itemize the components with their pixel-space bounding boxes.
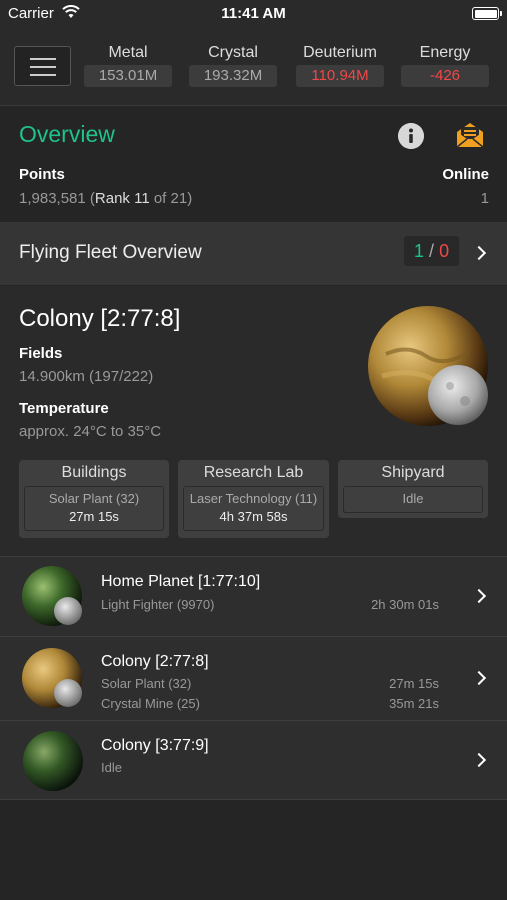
resource-value: 193.32M — [189, 65, 277, 87]
planet-thumbnail — [22, 648, 82, 708]
shipyard-title: Shipyard — [381, 464, 445, 481]
chevron-right-icon — [471, 245, 487, 261]
rank-label: Rank 11 — [94, 190, 150, 207]
queue-item: Solar Plant (32) — [48, 491, 140, 506]
colony-title: Colony [2:77:8] — [19, 305, 181, 332]
resource-name: Metal — [108, 44, 148, 61]
task-label: Light Fighter (9970) — [101, 597, 215, 612]
rank-total: of 21) — [149, 190, 193, 207]
resource-value: 153.01M — [84, 65, 172, 87]
resource-deuterium: Deuterium 110.94M — [296, 44, 384, 87]
online-value: 1 — [480, 190, 489, 207]
fleet-overview-row[interactable]: Flying Fleet Overview 1 / 0 — [0, 222, 507, 285]
queue-item: Laser Technology (11) — [189, 491, 318, 506]
shipyard-queue: Idle — [343, 486, 483, 513]
resource-value: -426 — [401, 65, 489, 87]
fleet-separator: / — [429, 241, 435, 261]
resource-bar: Metal 153.01M Crystal 193.32M Deuterium … — [0, 30, 507, 106]
fields-label: Fields — [19, 345, 63, 362]
hostile-fleet-count: 0 — [439, 241, 450, 261]
planet-thumbnail — [22, 566, 82, 626]
chevron-right-icon — [471, 588, 487, 604]
task-label: Crystal Mine (25) — [101, 696, 200, 711]
rank-open: ( — [85, 190, 95, 207]
task-label: Solar Plant (32) — [101, 676, 192, 691]
page-title: Overview — [19, 121, 115, 147]
planet-row[interactable]: Home Planet [1:77:10] Light Fighter (997… — [0, 556, 507, 636]
info-icon[interactable] — [398, 123, 424, 149]
buildings-queue: Solar Plant (32) 27m 15s — [24, 486, 164, 531]
status-bar: Carrier 11:41 AM — [0, 0, 507, 30]
buildings-title: Buildings — [61, 464, 127, 481]
temperature-value: approx. 24°C to 35°C — [19, 423, 162, 440]
planet-thumbnail — [23, 731, 83, 791]
fields-value: 14.900km (197/222) — [19, 368, 154, 385]
clock: 11:41 AM — [221, 5, 286, 22]
online-label: Online — [442, 166, 489, 183]
task-timer: 2h 30m 01s — [371, 597, 439, 612]
idle-status: Idle — [101, 760, 122, 775]
chevron-right-icon — [471, 752, 487, 768]
overview-section: Overview Points 1,983,581 (Rank 11 of 21… — [0, 107, 507, 221]
queue-timer: 4h 37m 58s — [219, 509, 288, 524]
fleet-title: Flying Fleet Overview — [19, 242, 202, 263]
colony-detail: Colony [2:77:8] Fields 14.900km (197/222… — [0, 286, 507, 556]
planet-name: Colony [2:77:8] — [101, 653, 209, 670]
chevron-right-icon — [471, 670, 487, 686]
points-value: 1,983,581 (Rank 11 of 21) — [19, 190, 192, 207]
planet-row[interactable]: Colony [2:77:8] Solar Plant (32) 27m 15s… — [0, 636, 507, 720]
queue-timer: 27m 15s — [69, 509, 119, 524]
buildings-box[interactable]: Buildings Solar Plant (32) 27m 15s — [19, 460, 169, 538]
research-queue: Laser Technology (11) 4h 37m 58s — [183, 486, 324, 531]
fleet-count-badge: 1 / 0 — [404, 236, 460, 266]
resource-name: Crystal — [208, 44, 258, 61]
menu-button[interactable] — [14, 46, 71, 86]
planet-name: Home Planet [1:77:10] — [101, 573, 261, 590]
research-lab-title: Research Lab — [203, 464, 304, 481]
planet-image — [368, 306, 488, 426]
own-fleet-count: 1 — [414, 241, 425, 261]
temperature-label: Temperature — [19, 400, 109, 417]
resource-crystal: Crystal 193.32M — [189, 44, 277, 87]
shipyard-box[interactable]: Shipyard Idle — [338, 460, 488, 518]
task-timer: 35m 21s — [389, 696, 439, 711]
resource-value: 110.94M — [296, 65, 384, 87]
planet-name: Colony [3:77:9] — [101, 737, 209, 754]
resource-metal: Metal 153.01M — [84, 44, 172, 87]
battery-icon — [472, 7, 502, 20]
idle-status: Idle — [402, 491, 424, 506]
points-number: 1,983,581 — [19, 190, 86, 207]
task-timer: 27m 15s — [389, 676, 439, 691]
resource-energy: Energy -426 — [401, 44, 489, 87]
points-label: Points — [19, 166, 65, 183]
resource-name: Deuterium — [303, 44, 377, 61]
resource-name: Energy — [419, 44, 471, 61]
mail-icon[interactable] — [455, 120, 485, 150]
research-lab-box[interactable]: Research Lab Laser Technology (11) 4h 37… — [178, 460, 329, 538]
planet-row[interactable]: Colony [3:77:9] Idle — [0, 720, 507, 800]
